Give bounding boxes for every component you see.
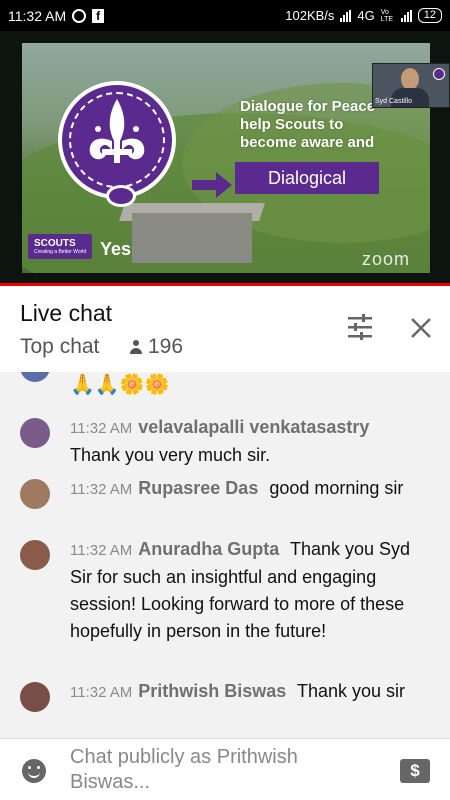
message-author[interactable]: Prithwish Biswas <box>138 681 286 701</box>
message-text: Thank you very much sir. <box>70 445 271 465</box>
network-speed: 102KB/s <box>285 8 335 23</box>
chat-input-bar: Chat publicly as Prithwish Biswas... $ <box>0 738 450 800</box>
signal-icon <box>340 9 352 22</box>
slide-yes-text: Yes <box>100 239 132 259</box>
avatar[interactable] <box>20 682 50 712</box>
arrow-right-icon <box>192 172 232 198</box>
message-text: Thank you sir <box>297 681 406 701</box>
signal-icon-2 <box>400 9 412 22</box>
message-text: good morning sir <box>269 478 404 498</box>
zoom-watermark: zoom <box>362 249 411 269</box>
battery-icon: 12 <box>417 8 442 23</box>
close-icon[interactable] <box>407 314 435 342</box>
speaker-thumbnail: Syd Castillo <box>372 63 450 108</box>
message-time: 11:32 AM <box>70 481 133 498</box>
scout-emblem-icon <box>58 81 176 207</box>
super-chat-icon[interactable]: $ <box>400 759 430 783</box>
message-time: 11:32 AM <box>70 542 133 559</box>
avatar[interactable] <box>20 479 50 509</box>
person-icon <box>128 338 144 356</box>
chat-input[interactable]: Chat publicly as Prithwish Biswas... <box>70 745 380 795</box>
dialogical-label: Dialogical <box>235 162 379 194</box>
chat-header: Live chat Top chat 196 <box>0 286 450 372</box>
presentation-slide: Yes SCOUTS Creating a Better World Dialo… <box>22 43 430 273</box>
emoji-icon[interactable] <box>22 759 46 783</box>
avatar[interactable] <box>20 540 50 570</box>
scout-logo-icon <box>433 68 445 80</box>
scouts-logo: SCOUTS Creating a Better World <box>28 234 93 259</box>
chat-mode-selector[interactable]: Top chat <box>20 335 99 359</box>
speaker-name: Syd Castillo <box>375 98 412 105</box>
avatar <box>20 372 50 382</box>
message-author[interactable]: Rupasree Das <box>138 478 258 498</box>
message-author[interactable]: Anuradha Gupta <box>138 539 279 559</box>
chat-title: Live chat <box>20 300 113 326</box>
message-time: 11:32 AM <box>70 684 133 701</box>
tune-icon[interactable] <box>346 314 374 340</box>
volte-indicator: Vo LTE <box>380 8 394 23</box>
avatar[interactable] <box>20 418 50 448</box>
message-author[interactable]: velavalapalli venkatasastry <box>138 417 369 437</box>
viewer-count: 196 <box>128 335 183 359</box>
facebook-icon: f <box>92 8 105 23</box>
message-emojis: 🙏🙏🌼🌼 <box>70 374 170 396</box>
status-bar: 11:32 AM f 102KB/s 4G Vo LTE 12 <box>0 0 450 31</box>
message-time: 11:32 AM <box>70 420 133 437</box>
chat-messages[interactable]: 🙏🙏🌼🌼 11:32 AM velavalapalli venkatasastry… <box>0 372 450 738</box>
house-image <box>132 213 252 263</box>
network-type: 4G <box>357 8 375 23</box>
video-player[interactable]: Yes SCOUTS Creating a Better World Dialo… <box>0 31 450 283</box>
whatsapp-icon <box>72 8 87 23</box>
status-time: 11:32 AM <box>8 7 67 24</box>
